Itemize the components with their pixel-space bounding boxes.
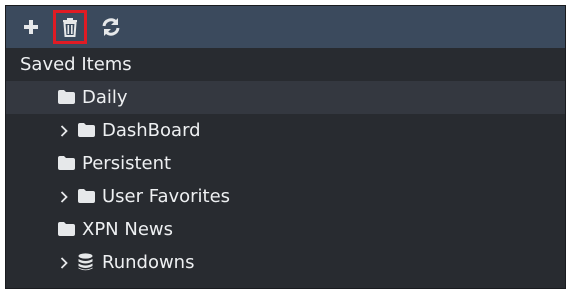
- tree-item-user-favorites[interactable]: User Favorites: [6, 180, 565, 213]
- saved-items-panel: Saved Items Daily DashBoard Persistent U…: [5, 5, 566, 289]
- folder-icon: [58, 156, 75, 170]
- add-button[interactable]: [14, 10, 48, 44]
- folder-icon: [58, 90, 75, 104]
- folder-icon: [78, 189, 95, 203]
- tree-item-label: Persistent: [82, 153, 172, 174]
- tree-root-saved-items[interactable]: Saved Items: [6, 48, 565, 81]
- chevron-right-icon[interactable]: [60, 257, 68, 269]
- folder-icon: [58, 222, 75, 236]
- refresh-button[interactable]: [94, 10, 128, 44]
- tree-item-persistent[interactable]: Persistent: [6, 147, 565, 180]
- delete-button[interactable]: [53, 10, 87, 44]
- saved-items-tree: Saved Items Daily DashBoard Persistent U…: [6, 48, 565, 288]
- refresh-icon: [102, 18, 120, 36]
- tree-root-label: Saved Items: [20, 54, 132, 75]
- tree-item-label: DashBoard: [102, 120, 201, 141]
- tree-item-label: Rundowns: [102, 252, 195, 273]
- plus-icon: [24, 20, 38, 34]
- tree-item-rundowns[interactable]: Rundowns: [6, 246, 565, 279]
- tree-item-xpn-news[interactable]: XPN News: [6, 213, 565, 246]
- tree-item-label: User Favorites: [102, 186, 231, 207]
- tree-item-label: Daily: [82, 87, 128, 108]
- database-icon: [78, 253, 93, 271]
- tree-item-dashboard[interactable]: DashBoard: [6, 114, 565, 147]
- tree-item-label: XPN News: [82, 219, 174, 240]
- tree-item-daily[interactable]: Daily: [6, 81, 565, 114]
- toolbar: [6, 6, 565, 48]
- folder-icon: [78, 123, 95, 137]
- chevron-right-icon[interactable]: [60, 191, 68, 203]
- chevron-right-icon[interactable]: [60, 125, 68, 137]
- trash-icon: [63, 18, 77, 37]
